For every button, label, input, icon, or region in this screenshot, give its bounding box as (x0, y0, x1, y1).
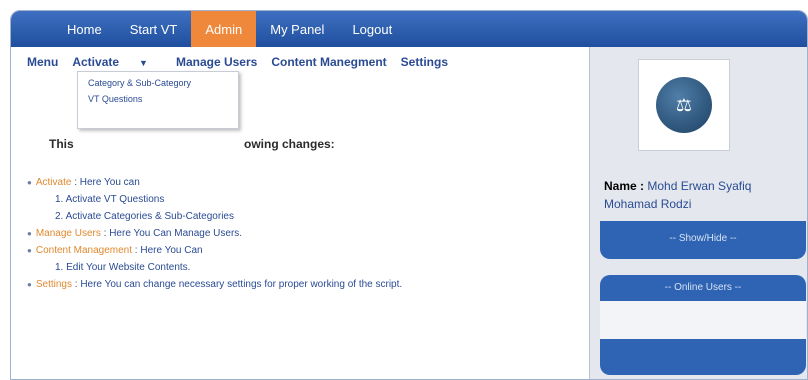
activate-link[interactable]: Activate (36, 177, 72, 188)
online-users-header[interactable]: -- Online Users -- (600, 275, 806, 301)
sidebar: ⚖ Name : Mohd Erwan Syafiq Mohamad Rodzi… (589, 47, 807, 379)
list-item: ● Content Management : Here You Can (27, 242, 402, 259)
list-item: ● Settings : Here You can change necessar… (27, 276, 402, 293)
submenu-settings[interactable]: Settings (401, 55, 448, 69)
submenu-activate-label: Activate (72, 55, 120, 69)
nav-logout[interactable]: Logout (338, 11, 406, 47)
nav-admin[interactable]: Admin (191, 11, 257, 47)
app-frame: Home Start VT Admin My Panel Logout Menu… (10, 10, 808, 380)
sub-item: 1. Activate VT Questions (55, 194, 165, 205)
welcome-text: This owing changes: (49, 137, 335, 151)
name-value-line2: Mohamad Rodzi (604, 197, 692, 211)
sub-item: 1. Edit Your Website Contents. (55, 262, 191, 273)
name-value-line1: Mohd Erwan Syafiq (647, 179, 752, 193)
admin-submenu: Menu Activate ▼ Manage Users Content Mane… (27, 55, 462, 69)
logo-emblem-icon: ⚖ (656, 77, 712, 133)
online-users-footer (600, 339, 806, 375)
submenu-content[interactable]: Content Manegment (271, 55, 386, 69)
nav-start-vt[interactable]: Start VT (116, 11, 192, 47)
name-label: Name : (604, 179, 645, 193)
dropdown-item-vt-questions[interactable]: VT Questions (78, 88, 238, 104)
online-users-list (600, 301, 806, 340)
settings-description: : Here You can change necessary settings… (71, 279, 403, 290)
submenu-manage-users[interactable]: Manage Users (176, 55, 257, 69)
content-management-link[interactable]: Content Management (36, 245, 132, 256)
nav-home[interactable]: Home (53, 11, 116, 47)
list-item: ● Activate : Here You can (27, 174, 402, 191)
submenu-menu[interactable]: Menu (27, 55, 58, 69)
activate-dropdown: Category & Sub-Category VT Questions (77, 71, 239, 129)
admin-help-list: ● Activate : Here You can 1. Activate VT … (27, 174, 402, 293)
bullet-icon: ● (27, 178, 32, 187)
activate-description: : Here You can (71, 177, 140, 188)
welcome-suffix: owing changes: (244, 137, 335, 151)
chevron-down-icon: ▼ (139, 58, 148, 68)
content-management-description: : Here You Can (132, 245, 203, 256)
bullet-icon: ● (27, 229, 32, 238)
list-item: ● Manage Users : Here You Can Manage User… (27, 225, 402, 242)
settings-link[interactable]: Settings (36, 279, 72, 290)
welcome-prefix: This (49, 137, 74, 151)
nav-my-panel[interactable]: My Panel (256, 11, 338, 47)
top-nav: Home Start VT Admin My Panel Logout (11, 11, 807, 47)
user-name-block: Name : Mohd Erwan Syafiq Mohamad Rodzi (604, 177, 751, 213)
manage-users-description: : Here You Can Manage Users. (100, 228, 243, 239)
sub-item: 2. Activate Categories & Sub-Categories (55, 211, 234, 222)
bullet-icon: ● (27, 280, 32, 289)
university-logo: ⚖ (638, 59, 730, 151)
submenu-activate[interactable]: Activate ▼ (72, 55, 162, 69)
manage-users-link[interactable]: Manage Users (36, 228, 101, 239)
bullet-icon: ● (27, 246, 32, 255)
show-hide-button[interactable]: -- Show/Hide -- (600, 221, 806, 259)
dropdown-item-category[interactable]: Category & Sub-Category (78, 72, 238, 88)
